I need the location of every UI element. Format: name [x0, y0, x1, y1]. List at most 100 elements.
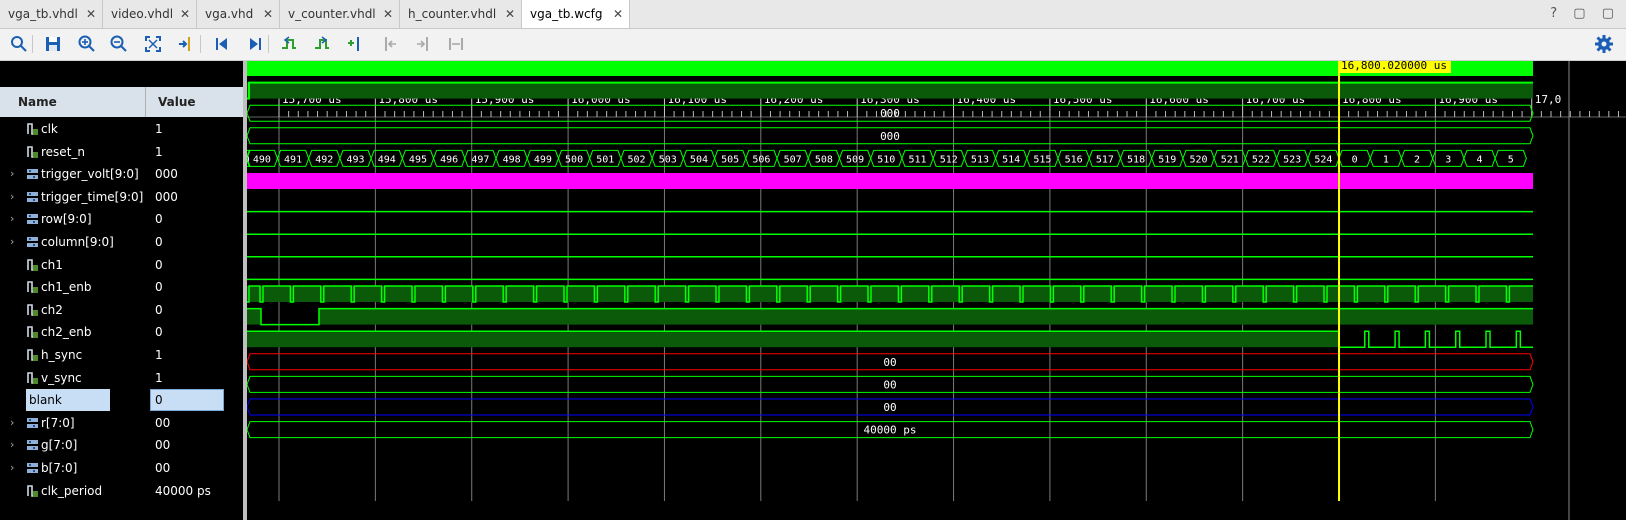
- swap-cursors-icon[interactable]: [446, 34, 466, 54]
- signal-row-ch2[interactable]: ch2 0: [0, 299, 243, 321]
- close-icon[interactable]: ✕: [383, 0, 393, 28]
- save-icon[interactable]: [43, 34, 63, 54]
- chevron-right-icon[interactable]: ›: [10, 461, 14, 474]
- value-column-header[interactable]: Value: [158, 87, 196, 117]
- bus-signal-icon: [27, 237, 38, 247]
- bus-segment-label: 4: [1477, 154, 1483, 165]
- chevron-right-icon[interactable]: ›: [10, 190, 14, 203]
- signal-row-ch2-enb[interactable]: ch2_enb 0: [0, 321, 243, 343]
- chevron-right-icon[interactable]: ›: [10, 167, 14, 180]
- tab-vga-tb-vhdl[interactable]: vga_tb.vhdl ✕: [0, 0, 103, 28]
- signal-value: 0: [155, 280, 163, 295]
- tab-h-counter-vhdl[interactable]: h_counter.vhdl ✕: [400, 0, 522, 28]
- chevron-right-icon[interactable]: ›: [10, 235, 14, 248]
- previous-marker-icon[interactable]: [380, 34, 400, 54]
- signal-row-g-7-0[interactable]: › g[7:0] 00: [0, 434, 243, 456]
- signal-row-ch1-enb[interactable]: ch1_enb 0: [0, 276, 243, 298]
- signal-row-reset-n[interactable]: reset_n 1: [0, 141, 243, 163]
- bus-segment-label: 521: [1221, 154, 1239, 165]
- chevron-right-icon[interactable]: ›: [10, 438, 14, 451]
- signal-value: 0: [155, 212, 163, 227]
- signal-row-blank[interactable]: blank 0: [0, 389, 243, 412]
- signal-row-column-9-0[interactable]: › column[9:0] 0: [0, 231, 243, 253]
- bus-segment-label: 498: [503, 154, 521, 165]
- bus-value-label: 000: [880, 107, 900, 120]
- bus-segment-label: 513: [971, 154, 989, 165]
- bus-segment-label: 5: [1508, 154, 1514, 165]
- signal-row-clk[interactable]: clk 1: [0, 118, 243, 140]
- window-controls[interactable]: ? ▢ ▢: [1550, 0, 1620, 28]
- signal-name: trigger_volt[9:0]: [41, 167, 139, 182]
- signal-row-ch1[interactable]: ch1 0: [0, 254, 243, 276]
- signal-row-r-7-0[interactable]: › r[7:0] 00: [0, 412, 243, 434]
- signal-name: blank: [26, 389, 110, 412]
- signal-name: row[9:0]: [41, 212, 92, 227]
- bus-segment-label: 510: [877, 154, 895, 165]
- next-marker-icon[interactable]: [413, 34, 433, 54]
- signal-row-row-9-0[interactable]: › row[9:0] 0: [0, 208, 243, 230]
- chevron-right-icon[interactable]: ›: [10, 416, 14, 429]
- bus-segment-label: 518: [1127, 154, 1145, 165]
- signal-row-v-sync[interactable]: v_sync 1: [0, 367, 243, 389]
- next-transition-icon[interactable]: [312, 34, 332, 54]
- signal-row-h-sync[interactable]: h_sync 1: [0, 344, 243, 366]
- signal-name: clk: [41, 122, 58, 136]
- bus-segment-label: 494: [378, 154, 396, 165]
- signal-value: 0: [155, 325, 163, 340]
- settings-icon[interactable]: [1594, 34, 1614, 54]
- tab-label: vga_tb.vhdl: [8, 7, 78, 21]
- signal-row-trigger-volt-9-0[interactable]: › trigger_volt[9:0] 000: [0, 163, 243, 185]
- go-to-last-time-icon[interactable]: [245, 34, 265, 54]
- tab-v-counter-vhdl[interactable]: v_counter.vhdl ✕: [280, 0, 400, 28]
- bus-segment-label: 497: [471, 154, 489, 165]
- tab-label: vga.vhd: [205, 7, 254, 21]
- close-icon[interactable]: ✕: [86, 0, 96, 28]
- bus-segment-label: 524: [1314, 154, 1332, 165]
- column-header: Name Value: [0, 87, 243, 117]
- previous-transition-icon[interactable]: [279, 34, 299, 54]
- bus-value-label: 00: [883, 401, 896, 414]
- bus-segment-label: 492: [315, 154, 333, 165]
- signal-row-trigger-time-9-0[interactable]: › trigger_time[9:0] 000: [0, 186, 243, 208]
- signal-value: 000: [155, 189, 178, 204]
- signal-row-b-7-0[interactable]: › b[7:0] 00: [0, 457, 243, 479]
- signal-list-panel: Name Value clk 1 reset_n 1 › trigger_volt[9:0…: [0, 61, 243, 520]
- zoom-out-icon[interactable]: [109, 34, 129, 54]
- waveform-fill: [247, 286, 1533, 302]
- signal-row-clk-period[interactable]: clk_period 40000 ps: [0, 480, 243, 502]
- column-divider[interactable]: [145, 87, 146, 117]
- go-to-time-0-icon[interactable]: [212, 34, 232, 54]
- add-marker-icon[interactable]: [345, 34, 365, 54]
- bus-segment-label: 0: [1352, 154, 1358, 165]
- bus-segment-label: 501: [596, 154, 614, 165]
- tab-vga-tb-wcfg[interactable]: vga_tb.wcfg ✕: [522, 0, 630, 28]
- bus-signal-icon: [27, 417, 38, 428]
- zoom-fit-icon[interactable]: [143, 34, 163, 54]
- bus-segment-label: 514: [1002, 154, 1020, 165]
- bit-signal-icon: [27, 145, 38, 158]
- close-icon[interactable]: ✕: [613, 0, 623, 28]
- name-column-header[interactable]: Name: [18, 87, 57, 117]
- waveform-viewer[interactable]: 15,700 us 15,800 us 15,900 us 16,000 us 16,1…: [247, 61, 1626, 520]
- signal-name: h_sync: [41, 348, 83, 362]
- tab-vga-vhd[interactable]: vga.vhd ✕: [197, 0, 280, 28]
- signal-name: ch2: [41, 302, 63, 317]
- zoom-in-icon[interactable]: [77, 34, 97, 54]
- search-icon[interactable]: [9, 34, 29, 54]
- bus-segment-label: 499: [534, 154, 552, 165]
- tab-label: video.vhdl: [111, 7, 174, 21]
- go-to-cursor-icon[interactable]: [176, 34, 196, 54]
- signal-name: g[7:0]: [41, 438, 78, 453]
- close-icon[interactable]: ✕: [180, 0, 190, 28]
- close-icon[interactable]: ✕: [263, 0, 273, 28]
- chevron-right-icon[interactable]: ›: [10, 212, 14, 225]
- waveform-canvas[interactable]: 15,700 us 15,800 us 15,900 us 16,000 us 16,1…: [247, 61, 1626, 520]
- signal-name: v_sync: [41, 370, 82, 385]
- bus-segment-label: 516: [1065, 154, 1083, 165]
- signal-name: b[7:0]: [41, 461, 78, 475]
- tab-video-vhdl[interactable]: video.vhdl ✕: [103, 0, 197, 28]
- close-icon[interactable]: ✕: [505, 0, 515, 28]
- editor-tab-bar: vga_tb.vhdl ✕ video.vhdl ✕ vga.vhd ✕ v_counter…: [0, 0, 1626, 29]
- waveform-column[9:0][interactable]: [247, 173, 1533, 189]
- bus-segment-label: 522: [1252, 154, 1270, 165]
